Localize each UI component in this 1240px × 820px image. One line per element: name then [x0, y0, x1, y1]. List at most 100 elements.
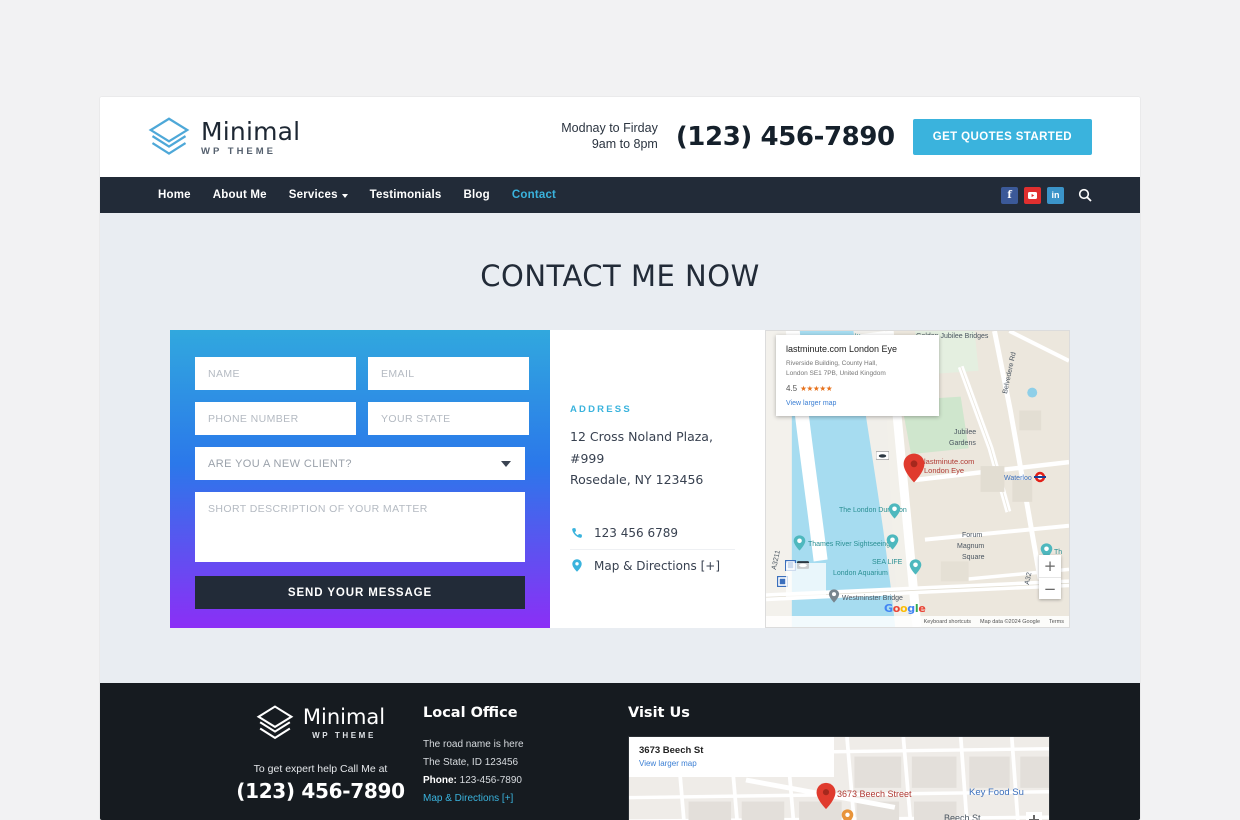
footer-office-column: Local Office The road name is here The S…	[423, 705, 628, 820]
underground-marker[interactable]	[1034, 471, 1046, 483]
map-label: Waterloo	[1004, 475, 1032, 482]
main-navigation: Home About Me Services Testimonials Blog Cont…	[100, 177, 1140, 213]
nav-social-group: f in	[1001, 186, 1092, 204]
nav-item-label: Contact	[511, 189, 557, 201]
footer-map[interactable]: 3673 Beech St View larger map 3673 Beech…	[628, 736, 1050, 820]
new-client-select[interactable]: ARE YOU A NEW CLIENT?	[195, 447, 525, 480]
address-line-2: #999	[570, 450, 605, 466]
footer-pin-label: 3673 Beech Street	[837, 789, 912, 799]
nav-item-testimonials[interactable]: Testimonials	[370, 189, 442, 201]
footer-map-label: Key Food Su	[969, 787, 1024, 798]
nav-item-about-me[interactable]: About Me	[213, 189, 267, 201]
nav-item-label: Services	[288, 189, 338, 201]
zoom-out-button[interactable]: −	[1039, 577, 1061, 599]
nav-item-blog[interactable]: Blog	[464, 189, 490, 201]
primary-map-pin[interactable]	[903, 453, 925, 483]
header-phone[interactable]: (123) 456-7890	[676, 122, 895, 152]
footer-columns: Minimal WP THEME To get expert help Call…	[100, 705, 1140, 820]
business-hours: Modnay to Firday 9am to 8pm	[561, 121, 658, 152]
location-map[interactable]: Golden Jubilee Bridges Jubilee Gardens Belv…	[765, 330, 1070, 628]
address-phone: 123 456 6789	[594, 525, 678, 540]
contact-row: ARE YOU A NEW CLIENT? SEND YOUR MESSAGE …	[170, 330, 1070, 628]
address-line-1: 12 Cross Noland Plaza,	[570, 429, 713, 444]
facebook-icon[interactable]: f	[1001, 186, 1018, 204]
zoom-in-button[interactable]: +	[1039, 555, 1061, 577]
nav-item-services[interactable]: Services	[289, 189, 348, 201]
address-panel: ADDRESS 12 Cross Noland Plaza, #999 Rose…	[550, 330, 765, 628]
office-directions-link[interactable]: Map & Directions [+]	[423, 790, 628, 808]
poi-marker-westminster[interactable]	[828, 589, 840, 603]
poi-marker-sealife[interactable]	[909, 559, 922, 575]
pin-label-line-2: London Eye	[924, 466, 965, 476]
send-message-button[interactable]: SEND YOUR MESSAGE	[195, 576, 525, 609]
get-quotes-button[interactable]: GET QUOTES STARTED	[912, 119, 1092, 155]
map-label: Magnum	[957, 543, 985, 550]
pin-label-line-1: lastminute.com	[924, 457, 975, 466]
footer-zoom-in-icon[interactable]	[1025, 811, 1043, 820]
footer-restaurant-marker[interactable]	[841, 809, 854, 820]
map-info-title: lastminute.com London Eye	[786, 344, 898, 354]
nav-item-contact[interactable]: Contact	[512, 189, 556, 201]
nav-items: Home About Me Services Testimonials Blog Cont…	[158, 189, 556, 201]
hours-line-2: 9am to 8pm	[591, 137, 658, 151]
map-attribution: Keyboard shortcuts Map data ©2024 Google…	[766, 616, 1069, 627]
map-directions-link[interactable]: Map & Directions [+]	[594, 559, 720, 573]
map-zoom-controls: + −	[1039, 555, 1061, 599]
visit-us-heading: Visit Us	[628, 705, 690, 721]
footer-logo[interactable]: Minimal WP THEME	[218, 705, 423, 741]
map-data-label: Map data ©2024 Google	[980, 618, 1041, 625]
local-office-heading: Local Office	[423, 705, 518, 721]
site-logo[interactable]: Minimal WP THEME	[148, 117, 300, 157]
layers-logo-icon	[148, 117, 190, 155]
google-logo: Google	[884, 602, 926, 615]
map-pin-icon	[570, 559, 583, 572]
phone-row[interactable]: 123 456 6789	[570, 517, 735, 549]
footer-phone[interactable]: (123) 456-7890	[218, 779, 423, 803]
contact-form: ARE YOU A NEW CLIENT? SEND YOUR MESSAGE	[170, 330, 550, 628]
map-info-address-1: Riverside Building, County Hall,	[786, 360, 878, 367]
new-client-select-wrap: ARE YOU A NEW CLIENT?	[195, 447, 525, 480]
keyboard-shortcuts-label[interactable]: Keyboard shortcuts	[924, 619, 971, 625]
poi-marker-sightseeing[interactable]	[793, 535, 806, 551]
site-footer: Minimal WP THEME To get expert help Call…	[100, 683, 1140, 820]
youtube-icon[interactable]	[1024, 186, 1041, 204]
map-label: Thames River Sightseeing	[808, 541, 891, 548]
map-label: SEA LIFE	[872, 559, 903, 566]
directions-row[interactable]: Map & Directions [+]	[570, 548, 735, 582]
footer-help-text: To get expert help Call Me at	[253, 763, 388, 775]
footer-map-pin[interactable]	[816, 782, 836, 810]
map-label: London Aquarium	[833, 570, 888, 577]
search-icon[interactable]	[1078, 188, 1092, 202]
nav-item-home[interactable]: Home	[158, 189, 191, 201]
state-input[interactable]	[368, 402, 529, 435]
poi-marker-forum[interactable]	[886, 534, 899, 550]
ferry-marker-b[interactable]	[876, 451, 889, 460]
map-terms-link[interactable]: Terms	[1049, 619, 1064, 625]
view-larger-map-link[interactable]: View larger map	[786, 400, 929, 407]
office-phone-label: Phone:	[423, 775, 457, 786]
phone-input[interactable]	[195, 402, 356, 435]
office-line-2: The State, ID 123456	[423, 757, 519, 768]
map-label: Forum	[962, 532, 983, 539]
phone-icon	[570, 527, 583, 539]
rating-stars: ★★★★★	[800, 383, 833, 393]
footer-map-info-card: 3673 Beech St View larger map	[629, 737, 834, 777]
footer-view-larger-map-link[interactable]: View larger map	[639, 759, 824, 768]
footer-layers-logo-icon	[256, 705, 294, 740]
address-contact-list: 123 456 6789 Map & Directions [+]	[570, 517, 735, 582]
rating-score: 4.5	[786, 383, 798, 393]
map-label: Jubilee	[954, 429, 977, 436]
map-scale-overlay	[786, 563, 826, 597]
linkedin-icon[interactable]: in	[1047, 186, 1064, 204]
message-textarea[interactable]	[195, 492, 525, 562]
address-lines: 12 Cross Noland Plaza, #999 Rosedale, NY…	[570, 426, 735, 491]
form-row-2	[195, 402, 529, 435]
footer-map-title: 3673 Beech St	[639, 745, 704, 756]
footer-visit-column: Visit Us 3673 Beech St View larger map 3…	[628, 705, 1050, 820]
name-input[interactable]	[195, 357, 356, 390]
brand-name: Minimal	[201, 117, 301, 147]
form-row-1	[195, 357, 529, 390]
email-input[interactable]	[368, 357, 529, 390]
map-label: Square	[962, 554, 985, 561]
poi-marker-dungeon[interactable]	[888, 503, 901, 519]
